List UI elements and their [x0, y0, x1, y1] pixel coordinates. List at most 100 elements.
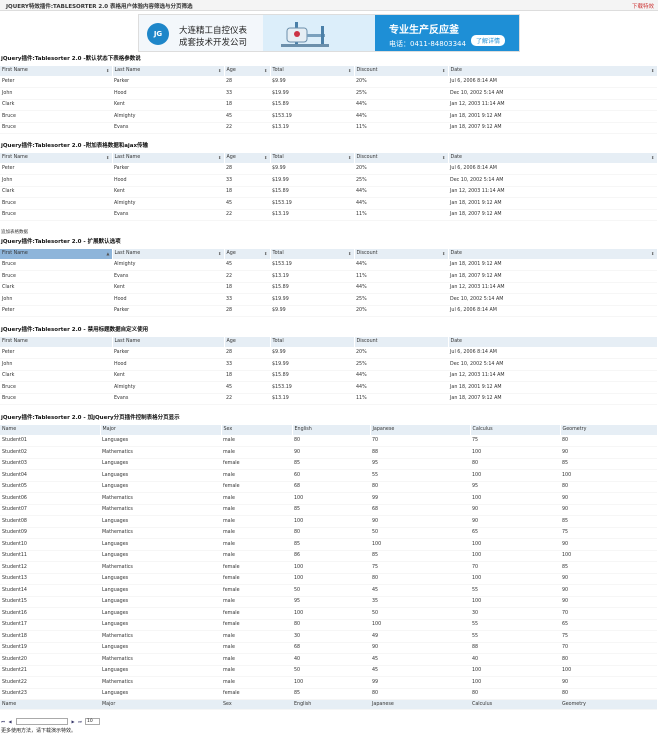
table-cell: 25%: [354, 174, 448, 187]
table-row: Peter Parker 28 $9.99 20% Jul 6, 2006 8:14 AM: [0, 347, 657, 359]
column-header: Total: [270, 337, 355, 348]
person-table-3: First Name ▲ Last Name ⬍ Age ⬍ Total ⬍ Discount ⬍…: [0, 249, 658, 317]
column-header[interactable]: Discount ⬍: [354, 66, 449, 77]
sort-icon: ⬍: [348, 251, 352, 256]
table-cell: Languages: [100, 573, 221, 585]
table-cell: $9.99: [270, 347, 354, 359]
append-data-link[interactable]: 追加表格数据: [1, 229, 28, 235]
table-cell: $15.89: [270, 370, 354, 382]
next-page-icon[interactable]: ▶: [70, 719, 76, 725]
last-page-icon[interactable]: ⏭: [77, 719, 83, 725]
table-cell: Student17: [0, 619, 100, 631]
table-row: Bruce Evans 22 $13.19 11% Jan 18, 2007 9:12 A…: [0, 393, 657, 405]
table-cell: Jan 18, 2001 9:12 AM: [448, 110, 657, 123]
page-display-input[interactable]: [16, 718, 68, 725]
table-row: Student09 Mathematics male 80 50 65 75: [0, 527, 657, 539]
column-header[interactable]: Geometry: [560, 425, 658, 436]
table-row: Student06 Mathematics male 100 99 100 90: [0, 492, 657, 505]
table-cell: 35: [370, 596, 470, 608]
column-header[interactable]: Date ⬍: [448, 249, 658, 260]
table-cell: Evans: [112, 270, 224, 283]
table-cell: 45: [370, 584, 470, 597]
sort-icon: ⬍: [442, 68, 446, 73]
table-cell: 68: [370, 504, 470, 516]
column-header[interactable]: Age ⬍: [224, 153, 271, 164]
table-cell: male: [221, 538, 292, 551]
page-size-select[interactable]: 10: [85, 718, 100, 725]
column-header[interactable]: First Name ▲: [0, 249, 113, 260]
footer-header: Geometry: [560, 699, 657, 710]
column-header[interactable]: Age ⬍: [224, 249, 271, 260]
table-cell: Hood: [112, 87, 224, 100]
table-row: Clark Kent 18 $15.89 44% Jan 12, 2003 11:14 A…: [0, 282, 657, 294]
table-cell: 90: [560, 446, 657, 459]
table-cell: Peter: [0, 76, 112, 88]
table-cell: female: [221, 573, 292, 585]
column-header[interactable]: Age ⬍: [224, 66, 271, 77]
table-cell: female: [221, 481, 292, 493]
table-cell: $153.19: [270, 381, 354, 394]
column-header[interactable]: Major: [100, 425, 222, 436]
column-header: Last Name: [112, 337, 225, 348]
table-cell: Clark: [0, 370, 112, 382]
banner-learn-more-button[interactable]: 了解详情: [470, 35, 505, 46]
table-cell: 90: [560, 504, 657, 516]
column-header[interactable]: Discount ⬍: [354, 153, 449, 164]
table-cell: $153.19: [270, 259, 354, 271]
column-header[interactable]: Discount ⬍: [354, 249, 449, 260]
column-header[interactable]: Sex: [221, 425, 293, 436]
table-cell: 100: [560, 469, 657, 482]
column-header[interactable]: Last Name ⬍: [112, 153, 225, 164]
table-row: John Hood 33 $19.99 25% Dec 10, 2002 5:14 AM: [0, 293, 657, 306]
table-cell: Clark: [0, 282, 112, 294]
table-cell: 80: [470, 688, 560, 700]
section-heading-1: jQuery插件:Tablesorter 2.0 -默认状态下表格参数说: [1, 56, 141, 62]
table-cell: Mathematics: [100, 446, 221, 459]
table-cell: 75: [560, 630, 657, 643]
table-cell: 68: [292, 481, 370, 493]
column-header[interactable]: Total ⬍: [270, 66, 355, 77]
table-cell: Mathematics: [100, 504, 221, 516]
table-cell: Almighty: [112, 197, 224, 210]
column-header[interactable]: Total ⬍: [270, 249, 355, 260]
table-cell: Evans: [112, 393, 224, 405]
column-header[interactable]: Calculus: [470, 425, 561, 436]
table-cell: 65: [560, 619, 657, 631]
column-header: First Name: [0, 337, 113, 348]
table-row: Clark Kent 18 $15.89 44% Jan 12, 2003 11:14 A…: [0, 370, 657, 382]
table-cell: John: [0, 174, 112, 187]
table-cell: Student11: [0, 550, 100, 562]
column-header[interactable]: Date ⬍: [448, 66, 658, 77]
table-row: Bruce Evans 22 $13.19 11% Jan 18, 2007 9:12 A…: [0, 122, 657, 134]
table-cell: 50: [292, 665, 370, 677]
column-header[interactable]: First Name ⬍: [0, 153, 113, 164]
column-header[interactable]: English: [292, 425, 371, 436]
first-page-icon[interactable]: ⏮: [0, 719, 6, 725]
table-cell: Evans: [112, 209, 224, 221]
table-cell: Languages: [100, 538, 221, 551]
table-row: Student15 Languages male 95 35 100 90: [0, 596, 657, 608]
column-header[interactable]: Japanese: [370, 425, 471, 436]
column-header[interactable]: Date ⬍: [448, 153, 658, 164]
table-cell: 40: [292, 653, 370, 666]
column-header[interactable]: Name: [0, 425, 101, 436]
download-link[interactable]: 下载特效: [632, 2, 654, 10]
table-cell: Languages: [100, 688, 221, 700]
table-cell: 90: [292, 446, 370, 459]
table-row: Student13 Languages female 100 80 100 90: [0, 573, 657, 585]
table-cell: $153.19: [270, 197, 354, 210]
prev-page-icon[interactable]: ◀: [7, 719, 13, 725]
column-header[interactable]: Last Name ⬍: [112, 249, 225, 260]
table-cell: Student07: [0, 504, 100, 516]
column-header[interactable]: Last Name ⬍: [112, 66, 225, 77]
table-cell: 22: [224, 122, 270, 134]
column-header[interactable]: First Name ⬍: [0, 66, 113, 77]
table-cell: Mathematics: [100, 527, 221, 539]
column-header[interactable]: Total ⬍: [270, 153, 355, 164]
ad-banner[interactable]: JG 大连精工自控仪表 成套技术开发公司 专业生产反应釜 电话：0411-848…: [138, 14, 520, 52]
table-cell: male: [221, 596, 292, 608]
table-row: Clark Kent 18 $15.89 44% Jan 12, 2003 11:14 A…: [0, 186, 657, 198]
table-cell: Student02: [0, 446, 100, 459]
table-cell: Student20: [0, 653, 100, 666]
table-cell: 75: [470, 435, 560, 447]
